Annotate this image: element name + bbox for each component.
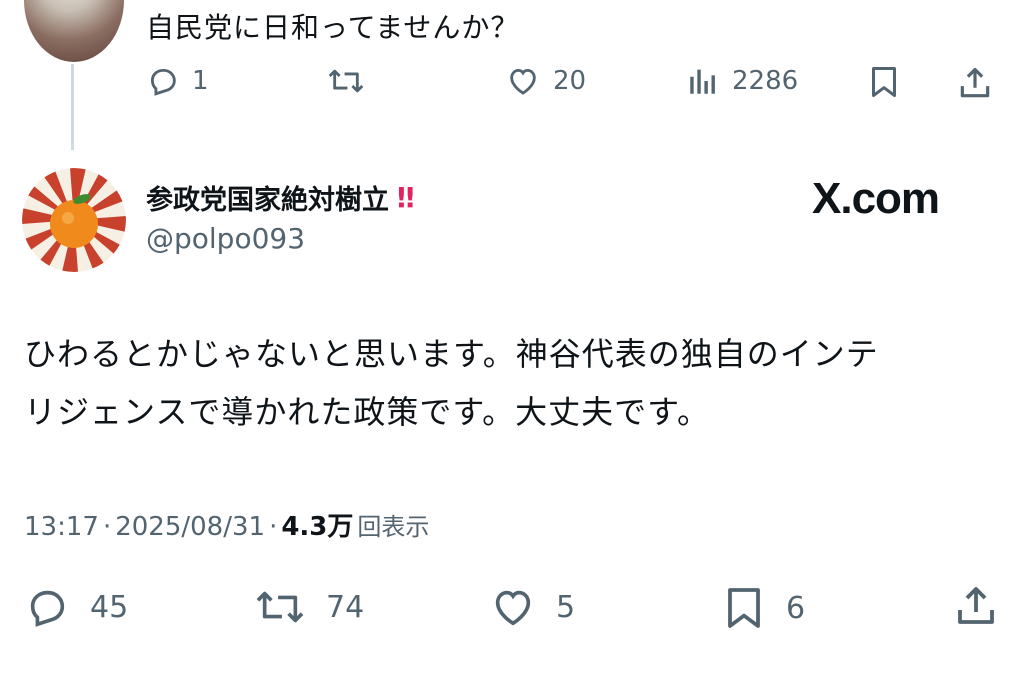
display-name: 参政党国家絶対樹立 (146, 185, 389, 216)
reply-icon (22, 584, 72, 630)
thread-connector-line (71, 64, 74, 150)
share-icon (956, 64, 994, 102)
repost-count: 74 (326, 589, 365, 625)
repost-icon (252, 584, 308, 630)
reply-count: 1 (192, 66, 209, 96)
views-icon (686, 64, 720, 98)
tweet-time[interactable]: 13:17 (24, 512, 99, 542)
repost-button[interactable]: 74 (252, 584, 364, 630)
bookmark-icon (720, 584, 768, 632)
meta-separator: · (269, 512, 278, 542)
bookmark-icon (866, 64, 902, 100)
author-handle[interactable]: @polpo093 (146, 222, 305, 255)
reply-repost-button[interactable] (326, 64, 378, 98)
reply-reply-button[interactable]: 1 (146, 64, 209, 98)
views-count: 2286 (732, 66, 799, 96)
reply-icon (146, 64, 180, 98)
reply-count: 45 (90, 589, 129, 625)
tweet-body-line-1: ひわるとかじゃないと思います。神谷代表の独自のインテ (24, 335, 879, 373)
tweet-date[interactable]: 2025/08/31 (115, 512, 265, 542)
like-icon (488, 584, 538, 630)
reply-like-button[interactable]: 20 (505, 64, 586, 98)
reply-button[interactable]: 45 (22, 584, 128, 630)
tweet-view-number: 4.3万 (281, 512, 354, 542)
tweet-body-line-2: リジェンスで導かれた政策です。大丈夫です。 (24, 393, 710, 431)
reply-author-avatar[interactable] (24, 0, 124, 62)
like-button[interactable]: 5 (488, 584, 575, 630)
like-icon (505, 64, 541, 98)
author-name[interactable]: 参政党国家絶対樹立 !! (146, 178, 416, 217)
rising-sun-orange-avatar-image (22, 168, 126, 272)
reply-bookmark-button[interactable] (866, 64, 902, 100)
double-exclamation-emoji: !! (395, 181, 416, 214)
meta-separator: · (102, 512, 112, 542)
reply-views-button[interactable]: 2286 (686, 64, 798, 98)
bookmark-button[interactable]: 6 (720, 584, 805, 632)
bookmark-count: 6 (786, 590, 806, 626)
tweet-view-suffix: 回表示 (357, 513, 430, 541)
author-avatar[interactable] (22, 168, 126, 272)
share-icon (952, 582, 1000, 630)
share-button[interactable] (952, 582, 1000, 630)
reply-share-button[interactable] (956, 64, 994, 102)
tweet-meta: 13:17 · 2025/08/31 · 4.3万 回表示 (24, 506, 429, 543)
reply-tweet-text: 自民党に日和ってませんか？ (146, 11, 520, 44)
x-com-watermark: X.com (812, 174, 940, 223)
like-count: 20 (553, 66, 587, 96)
like-count: 5 (556, 589, 576, 625)
tweet-body: ひわるとかじゃないと思います。神谷代表の独自のインテ リジェンスで導かれた政策で… (24, 325, 1004, 441)
repost-icon (326, 64, 366, 98)
